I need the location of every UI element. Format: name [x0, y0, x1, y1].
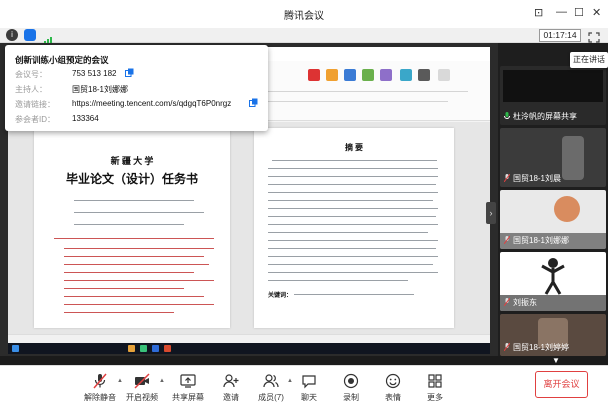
users-icon [263, 373, 279, 389]
windows-taskbar [8, 343, 490, 354]
participant-name: 杜泠帆的屏幕共享 [504, 111, 577, 122]
mic-icon [504, 112, 510, 120]
participant-tile[interactable]: 国贸18-1刘娜娜 [500, 190, 606, 249]
doc-tool-icon [362, 69, 374, 81]
doc-tool-icon [438, 69, 450, 81]
shield-icon[interactable] [24, 29, 36, 41]
host-row: 主持人： 国贸18-1刘娜娜 [15, 84, 265, 98]
taskbar-app-icon [140, 345, 147, 352]
share-screen-icon [180, 373, 196, 389]
speaking-tooltip: 正在讲话 [570, 52, 608, 68]
emoji-button[interactable]: 表情 [380, 370, 406, 404]
chevron-up-icon[interactable]: ▲ [159, 378, 165, 384]
title-bar: 腾讯会议 ⊡ — ☐ ✕ [0, 0, 608, 28]
camera-off-icon [134, 373, 150, 389]
university-name: 新 疆 大 学 [110, 156, 154, 166]
invite-button[interactable]: 邀请 [216, 370, 246, 404]
document-area: 新 疆 大 学 毕业论文（设计）任务书 摘 要 关键词： [8, 122, 490, 334]
chevron-up-icon[interactable]: ▲ [287, 378, 293, 384]
mic-muted-icon [92, 373, 108, 389]
taskbar-app-icon [152, 345, 159, 352]
more-icon [427, 373, 443, 389]
meeting-info-card: 创新训练小组预定的会议 会议号： 753 513 182 主持人： 国贸18-1… [5, 45, 268, 131]
participant-tile[interactable]: 国贸18-1刘婷婷 [500, 314, 606, 356]
doc-tool-icon [344, 69, 356, 81]
participant-id-value: 133364 [72, 114, 99, 123]
doc-tool-icon [308, 69, 320, 81]
document-status-bar [8, 334, 490, 343]
collapse-panel-button[interactable]: › [486, 202, 496, 224]
leave-meeting-button[interactable]: 离开会议 [535, 371, 588, 398]
window-title: 腾讯会议 [284, 11, 324, 22]
doc-tool-icon [380, 69, 392, 81]
taskbar-app-icon [128, 345, 135, 352]
participant-tile[interactable]: 刘振东 [500, 252, 606, 311]
mic-muted-icon [503, 173, 511, 183]
more-button[interactable]: 更多 [422, 370, 448, 404]
participant-id-label: 参会者ID： [15, 115, 55, 124]
mute-button[interactable]: 解除静音 [80, 370, 120, 404]
close-icon[interactable]: ✕ [592, 6, 601, 19]
emoji-icon [385, 373, 401, 389]
signal-icon [44, 31, 54, 44]
add-user-icon [223, 373, 239, 389]
invite-link-label: 邀请链接： [15, 100, 55, 109]
maximize-icon[interactable]: ☐ [574, 6, 584, 19]
document-page-left: 新 疆 大 学 毕业论文（设计）任务书 [34, 128, 230, 328]
invite-link-row: 邀请链接： https://meeting.tencent.com/s/qdgq… [15, 98, 265, 113]
document-page-right: 摘 要 关键词： [254, 128, 454, 328]
doc-tool-icon [418, 69, 430, 81]
participant-tile[interactable]: 杜泠帆的屏幕共享 [500, 66, 606, 125]
mic-muted-icon [503, 342, 511, 352]
taskbar-app-icon [164, 345, 171, 352]
participant-name: 国贸18-1刘娜娜 [503, 235, 569, 246]
doc-tool-icon [400, 69, 412, 81]
share-screen-button[interactable]: 共享屏幕 [168, 370, 208, 404]
members-button[interactable]: 成员(7) [254, 370, 288, 404]
status-bar: i 01:17:14 [0, 28, 608, 44]
video-button[interactable]: 开启视频 [124, 370, 160, 404]
document-heading: 毕业论文（设计）任务书 [65, 172, 198, 186]
pin-icon[interactable]: ⊡ [534, 6, 543, 19]
windows-start-icon [12, 345, 19, 352]
copy-icon[interactable] [125, 68, 134, 77]
record-button[interactable]: 录制 [338, 370, 364, 404]
fullscreen-icon[interactable] [588, 30, 600, 43]
participant-tile[interactable]: 国贸18-1刘晨 [500, 128, 606, 187]
record-icon [343, 373, 359, 389]
host-label: 主持人： [15, 85, 47, 94]
meeting-timer: 01:17:14 [539, 29, 581, 42]
participant-name: 国贸18-1刘婷婷 [503, 342, 569, 353]
meeting-window: 腾讯会议 ⊡ — ☐ ✕ i 01:17:14 新 疆 大 学 毕业论文（设计）… [0, 0, 608, 405]
info-icon[interactable]: i [6, 29, 18, 41]
chevron-up-icon[interactable]: ▲ [117, 378, 123, 384]
participant-name: 刘振东 [503, 297, 537, 308]
doc-tool-icon [326, 69, 338, 81]
invite-link-value[interactable]: https://meeting.tencent.com/s/qdgqT6P0nr… [72, 99, 231, 108]
participant-name: 国贸18-1刘晨 [503, 173, 561, 184]
chat-button[interactable]: 聊天 [296, 370, 322, 404]
copy-icon[interactable] [249, 98, 258, 107]
chat-icon [301, 373, 317, 389]
abstract-heading: 摘 要 [345, 143, 363, 152]
meeting-id-label: 会议号： [15, 70, 47, 79]
minimize-icon[interactable]: — [556, 6, 567, 18]
mic-muted-icon [503, 235, 511, 245]
meeting-id-value: 753 513 182 [72, 69, 117, 78]
host-value: 国贸18-1刘娜娜 [72, 85, 129, 94]
meeting-topic: 创新训练小组预定的会议 [15, 55, 109, 65]
mic-muted-icon [503, 297, 511, 307]
meeting-id-row: 会议号： 753 513 182 [15, 68, 265, 83]
bottom-toolbar: 解除静音 ▲ 开启视频 ▲ 共享屏幕 邀请 成员(7) ▲ 聊天 录制 表情 更… [0, 365, 608, 405]
participant-id-row: 参会者ID： 133364 [15, 114, 265, 128]
keywords-label: 关键词： [268, 293, 293, 299]
